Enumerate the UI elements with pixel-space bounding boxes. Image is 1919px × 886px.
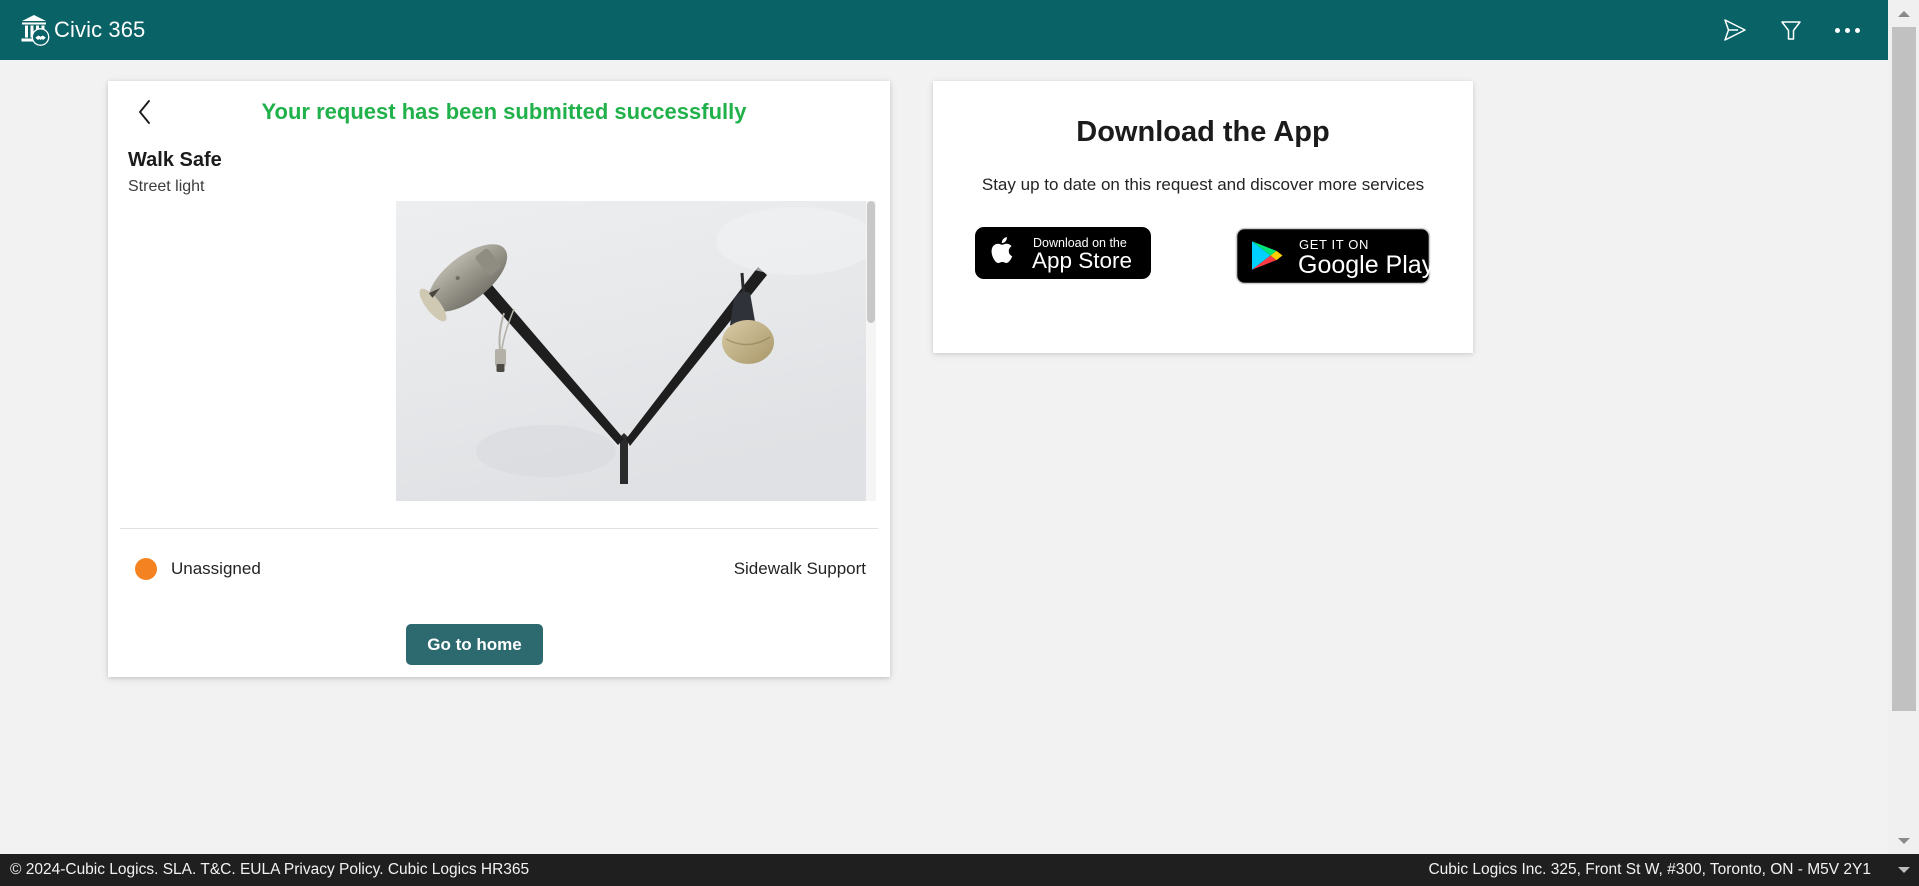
request-subtitle: Street light	[128, 178, 205, 195]
back-button[interactable]	[130, 99, 160, 129]
google-play-badge[interactable]: GET IT ON Google Play	[1235, 227, 1431, 285]
send-icon	[1722, 17, 1748, 43]
scroll-down-button[interactable]	[1888, 827, 1919, 854]
filter-icon	[1779, 18, 1803, 42]
status-row: Unassigned Sidewalk Support	[120, 547, 878, 591]
ellipsis-icon	[1834, 27, 1860, 33]
street-light-photo	[396, 201, 866, 501]
footer-right-text: Cubic Logics Inc. 325, Front St W, #300,…	[1428, 861, 1871, 878]
triangle-down-icon	[1897, 837, 1910, 844]
footer-scroll-down-button[interactable]	[1888, 854, 1919, 886]
photo-scrollbar[interactable]	[866, 201, 876, 501]
status-badge	[135, 558, 157, 580]
app-store-large-text: App Store	[1032, 248, 1132, 273]
scroll-up-button[interactable]	[1888, 0, 1919, 27]
photo-scrollbar-thumb[interactable]	[867, 201, 875, 323]
google-play-large-text: Google Play	[1298, 251, 1431, 279]
go-to-home-button[interactable]: Go to home	[406, 624, 543, 665]
request-confirmation-card: Your request has been submitted successf…	[108, 81, 890, 677]
filter-button[interactable]	[1776, 15, 1806, 45]
bank-handshake-icon	[18, 13, 52, 47]
chevron-left-icon	[136, 99, 154, 130]
footer-bar: © 2024-Cubic Logics. SLA. T&C. EULA Priv…	[0, 854, 1919, 886]
card-header: Your request has been submitted successf…	[108, 81, 890, 143]
window-scrollbar[interactable]	[1888, 0, 1919, 854]
assigned-team-label: Sidewalk Support	[733, 559, 866, 578]
success-message: Your request has been submitted successf…	[261, 99, 747, 124]
request-title: Walk Safe	[128, 149, 222, 171]
main-content: Your request has been submitted successf…	[0, 60, 1888, 854]
card-divider	[120, 528, 878, 529]
brand-name-label: Civic 365	[54, 16, 146, 42]
scrollbar-thumb[interactable]	[1892, 27, 1916, 711]
google-play-small-text: GET IT ON	[1299, 237, 1369, 252]
footer-left-text: © 2024-Cubic Logics. SLA. T&C. EULA Priv…	[10, 861, 530, 878]
topbar-actions	[1720, 15, 1870, 45]
status-label: Unassigned	[171, 559, 261, 578]
top-navigation-bar: Civic 365	[0, 0, 1888, 60]
brand-logo-group[interactable]: Civic 365	[18, 0, 145, 60]
app-window: Civic 365 Your request has been submitte…	[0, 0, 1919, 886]
request-photo	[396, 201, 876, 501]
more-options-button[interactable]	[1832, 15, 1862, 45]
send-button[interactable]	[1720, 15, 1750, 45]
triangle-down-icon	[1897, 867, 1910, 873]
download-app-panel: Download the App Stay up to date on this…	[933, 81, 1473, 353]
store-badges: Download on the App Store GET IT ON Goog…	[933, 227, 1473, 285]
download-panel-title: Download the App	[1076, 116, 1330, 148]
triangle-up-icon	[1897, 10, 1910, 17]
app-store-badge[interactable]: Download on the App Store	[975, 227, 1151, 285]
download-panel-subtitle: Stay up to date on this request and disc…	[981, 175, 1425, 194]
